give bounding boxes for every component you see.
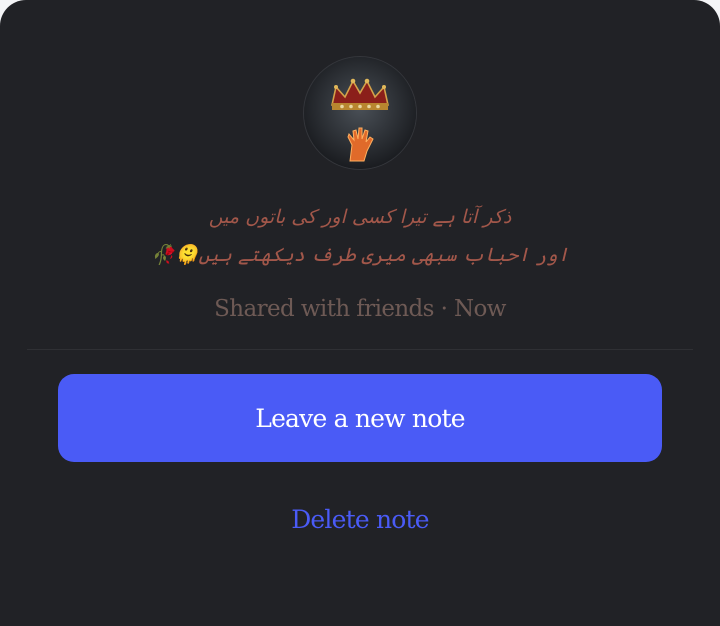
note-meta: Shared with friends · Now [214,296,506,322]
avatar [304,57,416,169]
note-line-1: ذکر آتا ہے تیرا کسی اور کی باتوں میں [208,206,512,228]
note-text: ذکر آتا ہے تیرا کسی اور کی باتوں میں اور… [150,198,570,274]
crown-and-hand-icon [304,57,416,169]
note-sheet: ذکر آتا ہے تیرا کسی اور کی باتوں میں اور… [0,0,720,626]
note-line-2: اور احباب سبھی میری طرف دیکھتے ہیں🫠🥀 [151,244,569,266]
divider [27,349,693,350]
delete-note-button[interactable]: Delete note [0,505,720,534]
leave-new-note-button[interactable]: Leave a new note [58,374,662,462]
